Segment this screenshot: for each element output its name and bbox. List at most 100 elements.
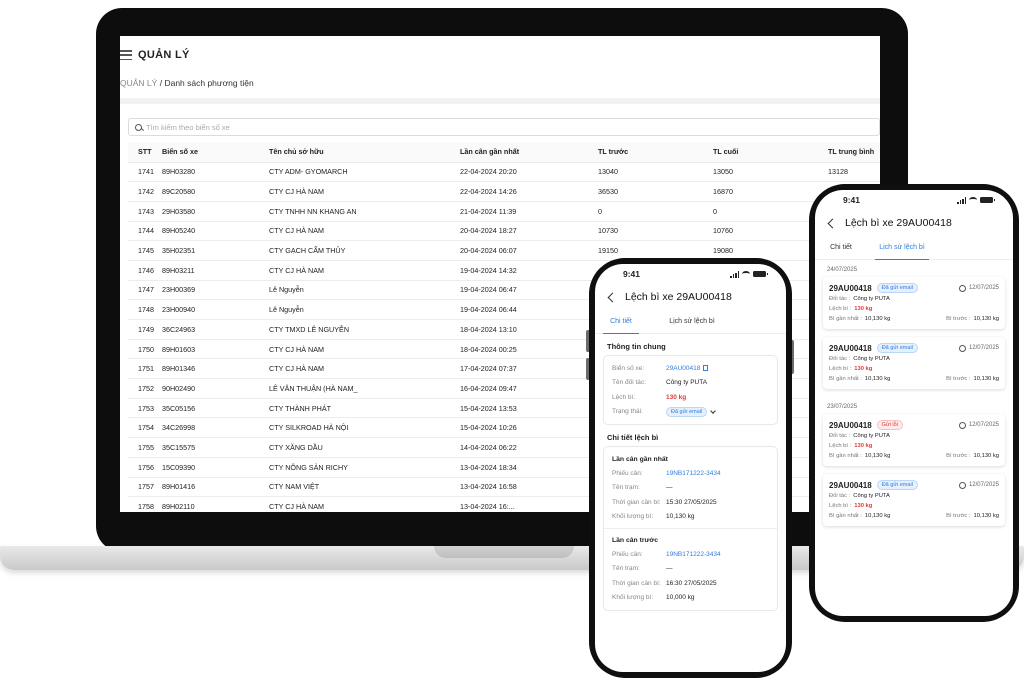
status-badge: Đã gửi email [876, 343, 918, 353]
station-value: — [666, 565, 673, 573]
table-row[interactable]: 1745 35H02351 CTY GẠCH CẨM THỦY 20-04-2024 … [128, 240, 880, 261]
header-owner[interactable]: Tên chủ sở hữu [269, 142, 460, 162]
cell-plate[interactable]: 23H00369 [162, 279, 269, 300]
status-bar: 9:41 [815, 190, 1013, 210]
cell-plate[interactable]: 89H03280 [162, 161, 269, 182]
latest-label: Bì gần nhất : [829, 453, 862, 459]
section-divider [120, 98, 880, 104]
cell-last-weigh: 13-04-2024 16:... [460, 496, 598, 512]
weight-label: Khối lượng bì: [612, 513, 654, 521]
table-row[interactable]: 1742 89C20580 CTY CJ HÀ NAM 22-04-2024 14:2… [128, 181, 880, 202]
cell-owner: LÊ VĂN THUẬN (HÀ NAM_ [269, 378, 460, 399]
weight-value: 10,000 kg [666, 594, 695, 602]
cell-plate[interactable]: 36C24963 [162, 319, 269, 340]
breadcrumb-current: Danh sách phương tiện [164, 78, 254, 88]
group-date-label: 23/07/2025 [827, 404, 858, 410]
cell-owner: CTY TNHH NN KHANG AN [269, 200, 460, 222]
history-card[interactable]: 29AU00418 Đã gửi email 12/07/2025 Đối tác :… [823, 337, 1005, 389]
cell-plate[interactable]: 23H00940 [162, 299, 269, 320]
cell-plate[interactable]: 89H05240 [162, 220, 269, 241]
partner-line: Đối tác : Công ty PUTA [829, 354, 999, 364]
header-stt[interactable]: STT [128, 142, 162, 162]
tab-detail[interactable]: Chi tiết [815, 236, 867, 259]
cell-prev-weight: 36530 [598, 181, 713, 202]
cell-plate[interactable]: 89C20580 [162, 181, 269, 202]
previous-wrap: Bì trước :10,130 kg [946, 453, 999, 459]
cell-plate[interactable]: 89H02110 [162, 496, 269, 512]
cell-last-weigh: 20-04-2024 18:27 [460, 220, 598, 241]
cell-owner: CTY CJ HÀ NAM [269, 259, 460, 281]
history-card[interactable]: 29AU00418 Đã gửi email 12/07/2025 Đối tác :… [823, 277, 1005, 329]
search-box[interactable] [128, 118, 880, 136]
document-icon[interactable] [703, 365, 709, 372]
ticket-link[interactable]: 19NB171222-3434 [666, 551, 721, 558]
table-row[interactable]: 1744 89H05240 CTY CJ HÀ NAM 20-04-2024 18:2… [128, 220, 880, 241]
cell-plate[interactable]: 89H01603 [162, 338, 269, 359]
ticket-link[interactable]: 19NB171222-3434 [666, 470, 721, 477]
table-row[interactable]: 1743 29H03580 CTY TNHH NN KHANG AN 21-04-20… [128, 200, 880, 222]
table-row[interactable]: 1741 89H03280 CTY ADM- GYOMARCH 22-04-2024 … [128, 161, 880, 182]
previous-value: 10,130 kg [973, 316, 999, 322]
cell-plate[interactable]: 15C09390 [162, 456, 269, 477]
history-card[interactable]: 29AU00418 Đã gửi email 12/07/2025 Đối tác :… [823, 474, 1005, 526]
weights-line: Bì gần nhất :10,130 kg Bì trước :10,130 k… [829, 451, 999, 461]
status-badge: Đã gửi email [876, 283, 918, 293]
partner-value: Công ty PUTA [853, 433, 890, 439]
header-prev-weight[interactable]: TL trước [598, 142, 713, 162]
header-avg-weight[interactable]: TL trung bình [828, 142, 880, 162]
cell-stt: 1745 [128, 240, 162, 261]
weighing-detail-card: Lần cân gần nhất Phiếu cân: 19NB171222-3… [603, 446, 778, 611]
deviation-line: Lệch bì :130 kg [829, 501, 999, 511]
previous-value: 10,130 kg [973, 376, 999, 382]
back-icon[interactable] [607, 292, 618, 302]
cell-plate[interactable]: 29H03580 [162, 200, 269, 222]
history-plate: 29AU00418 [829, 420, 872, 430]
cell-plate[interactable]: 35C05156 [162, 397, 269, 418]
clock-icon [958, 284, 966, 292]
signal-icon [730, 270, 739, 278]
partner-value: Công ty PUTA [853, 493, 890, 499]
cell-owner: CTY XĂNG DẦU [269, 437, 460, 458]
breadcrumb-parent[interactable]: QUẢN LÝ [120, 78, 157, 88]
tab-history[interactable]: Lịch sử lệch bì [647, 310, 737, 333]
tab-history[interactable]: Lịch sử lệch bì [867, 236, 937, 260]
cell-owner: CTY CJ HÀ NAM [269, 496, 460, 512]
tab-detail[interactable]: Chi tiết [595, 310, 647, 334]
chevron-down-icon[interactable] [710, 407, 717, 414]
header-plate[interactable]: Biển số xe [162, 142, 269, 162]
station-label: Tên trạm: [612, 565, 640, 573]
search-input[interactable] [146, 122, 746, 132]
detail-section-title: Chi tiết lệch bì [607, 433, 659, 442]
history-plate: 29AU00418 [829, 283, 872, 293]
cell-plate[interactable]: 34C26998 [162, 417, 269, 438]
cell-last-weight: 16870 [713, 181, 828, 202]
app-title: QUẢN LÝ [138, 49, 190, 61]
station-label: Tên trạm: [612, 484, 640, 492]
status-badge[interactable]: Đã gửi email [666, 406, 708, 417]
signal-icon [957, 196, 966, 204]
partner-label: Đối tác : [829, 433, 851, 439]
header-last-weight[interactable]: TL cuối [713, 142, 828, 162]
cell-plate[interactable]: 90H02490 [162, 378, 269, 399]
cell-prev-weight: 0 [598, 200, 713, 222]
history-card[interactable]: 29AU00418 Gửi lỗi 12/07/2025 Đối tác : Công … [823, 414, 1005, 466]
cell-prev-weight: 10730 [598, 220, 713, 241]
status-badge: Gửi lỗi [876, 420, 903, 430]
clock-icon [958, 421, 966, 429]
header-last-weigh[interactable]: Lần cân gần nhất [460, 142, 598, 162]
plate-value[interactable]: 29AU00418 [666, 365, 700, 372]
history-date: 12/07/2025 [968, 422, 999, 428]
previous-label: Bì trước : [946, 453, 971, 459]
cell-owner: Lê Nguyễn [269, 299, 460, 320]
clock-icon [958, 481, 966, 489]
back-icon[interactable] [827, 218, 838, 228]
cell-plate[interactable]: 89H03211 [162, 259, 269, 281]
cell-plate[interactable]: 89H01416 [162, 476, 269, 497]
cell-plate[interactable]: 35C15575 [162, 437, 269, 458]
history-date-wrap: 12/07/2025 [958, 481, 999, 489]
cell-last-weight: 13050 [713, 161, 828, 182]
deviation-value: 130 kg [854, 366, 873, 372]
cell-plate[interactable]: 89H01346 [162, 358, 269, 379]
cell-plate[interactable]: 35H02351 [162, 240, 269, 261]
menu-icon[interactable] [120, 50, 132, 60]
